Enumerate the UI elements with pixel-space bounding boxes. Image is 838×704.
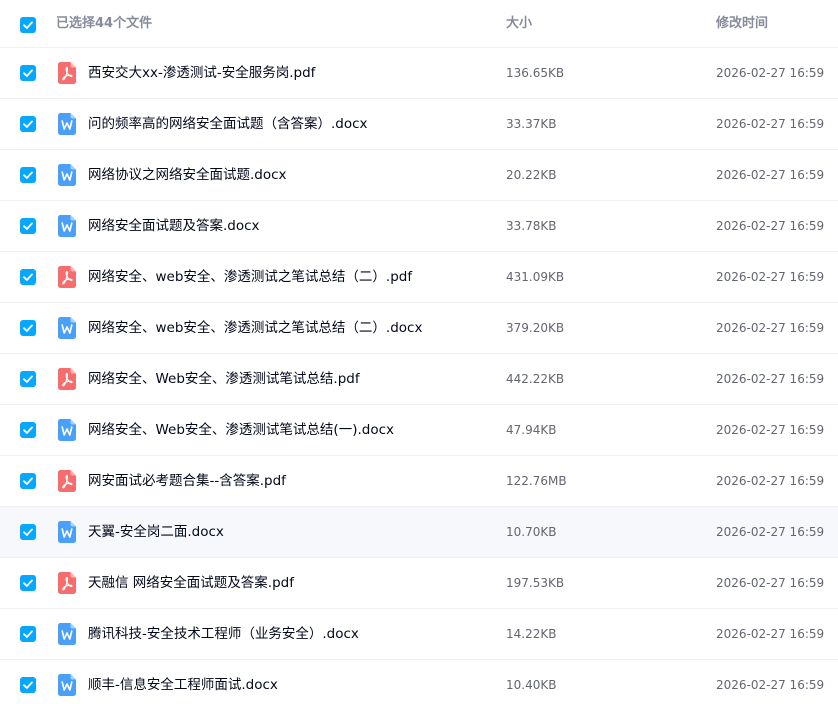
file-size: 10.70KB — [506, 525, 557, 539]
check-icon — [23, 477, 33, 485]
file-checkbox[interactable] — [20, 575, 36, 591]
check-icon — [23, 324, 33, 332]
file-type-icon — [58, 572, 76, 594]
modified-time-column-header[interactable]: 修改时间 — [716, 0, 768, 48]
file-checkbox[interactable] — [20, 167, 36, 183]
file-size: 136.65KB — [506, 66, 565, 80]
file-size: 47.94KB — [506, 423, 557, 437]
selected-count-label: 已选择44个文件 — [56, 16, 153, 31]
file-checkbox[interactable] — [20, 320, 36, 336]
file-size: 33.78KB — [506, 219, 557, 233]
file-type-icon — [58, 521, 76, 543]
check-icon — [23, 681, 33, 689]
file-size: 197.53KB — [506, 576, 565, 590]
check-icon — [23, 375, 33, 383]
check-icon — [23, 630, 33, 638]
file-modified-time: 2026-02-27 16:59 — [716, 270, 825, 284]
file-name[interactable]: 天翼-安全岗二面.docx — [88, 507, 224, 558]
file-modified-time: 2026-02-27 16:59 — [716, 576, 825, 590]
file-modified-time: 2026-02-27 16:59 — [716, 372, 825, 386]
file-size: 431.09KB — [506, 270, 565, 284]
file-modified-time: 2026-02-27 16:59 — [716, 66, 825, 80]
file-type-icon — [58, 266, 76, 288]
file-checkbox[interactable] — [20, 473, 36, 489]
size-column-header[interactable]: 大小 — [506, 0, 532, 48]
file-row[interactable]: 网络安全面试题及答案.docx 33.78KB 2026-02-27 16:59 — [0, 201, 838, 252]
check-icon — [23, 273, 33, 281]
file-list-header: 已选择44个文件 大小 修改时间 — [0, 0, 838, 48]
file-modified-time: 2026-02-27 16:59 — [716, 678, 825, 692]
file-checkbox[interactable] — [20, 422, 36, 438]
file-modified-time: 2026-02-27 16:59 — [716, 627, 825, 641]
file-name[interactable]: 网络安全、Web安全、渗透测试笔试总结(一).docx — [88, 405, 394, 456]
file-name[interactable]: 网络安全、web安全、渗透测试之笔试总结（二）.pdf — [88, 252, 412, 303]
file-checkbox[interactable] — [20, 65, 36, 81]
file-row[interactable]: 网络安全、Web安全、渗透测试笔试总结.pdf 442.22KB 2026-02-2… — [0, 354, 838, 405]
file-row[interactable]: 天融信 网络安全面试题及答案.pdf 197.53KB 2026-02-27 16:… — [0, 558, 838, 609]
file-checkbox[interactable] — [20, 626, 36, 642]
file-checkbox[interactable] — [20, 524, 36, 540]
file-type-icon — [58, 674, 76, 696]
check-icon — [23, 426, 33, 434]
file-row[interactable]: 网络协议之网络安全面试题.docx 20.22KB 2026-02-27 16:59 — [0, 150, 838, 201]
file-type-icon — [58, 62, 76, 84]
file-size: 122.76MB — [506, 474, 567, 488]
file-modified-time: 2026-02-27 16:59 — [716, 423, 825, 437]
file-name[interactable]: 西安交大xx-渗透测试-安全服务岗.pdf — [88, 48, 315, 99]
file-name[interactable]: 腾讯科技-安全技术工程师（业务安全）.docx — [88, 609, 359, 660]
select-all-checkbox[interactable] — [20, 17, 36, 33]
file-name[interactable]: 网络协议之网络安全面试题.docx — [88, 150, 287, 201]
file-size: 442.22KB — [506, 372, 565, 386]
file-modified-time: 2026-02-27 16:59 — [716, 525, 825, 539]
file-checkbox[interactable] — [20, 218, 36, 234]
file-size: 20.22KB — [506, 168, 557, 182]
file-type-icon — [58, 317, 76, 339]
file-type-icon — [58, 470, 76, 492]
file-modified-time: 2026-02-27 16:59 — [716, 219, 825, 233]
file-name[interactable]: 问的频率高的网络安全面试题（含答案）.docx — [88, 99, 368, 150]
file-row[interactable]: 网安面试必考题合集--含答案.pdf 122.76MB 2026-02-27 16:… — [0, 456, 838, 507]
file-checkbox[interactable] — [20, 269, 36, 285]
file-checkbox[interactable] — [20, 371, 36, 387]
file-row[interactable]: 西安交大xx-渗透测试-安全服务岗.pdf 136.65KB 2026-02-27 … — [0, 48, 838, 99]
file-row[interactable]: 顺丰-信息安全工程师面试.docx 10.40KB 2026-02-27 16:59 — [0, 660, 838, 704]
file-name[interactable]: 网络安全面试题及答案.docx — [88, 201, 260, 252]
file-row[interactable]: 网络安全、web安全、渗透测试之笔试总结（二）.docx 379.20KB 2026… — [0, 303, 838, 354]
check-icon — [23, 579, 33, 587]
file-checkbox[interactable] — [20, 116, 36, 132]
file-type-icon — [58, 419, 76, 441]
check-icon — [23, 171, 33, 179]
file-type-icon — [58, 164, 76, 186]
file-row[interactable]: 腾讯科技-安全技术工程师（业务安全）.docx 14.22KB 2026-02-27… — [0, 609, 838, 660]
file-type-icon — [58, 215, 76, 237]
file-row[interactable]: 网络安全、Web安全、渗透测试笔试总结(一).docx 47.94KB 2026-0… — [0, 405, 838, 456]
check-icon — [23, 120, 33, 128]
check-icon — [23, 69, 33, 77]
file-name[interactable]: 顺丰-信息安全工程师面试.docx — [88, 660, 278, 704]
file-name[interactable]: 网络安全、web安全、渗透测试之笔试总结（二）.docx — [88, 303, 422, 354]
file-modified-time: 2026-02-27 16:59 — [716, 474, 825, 488]
file-size: 379.20KB — [506, 321, 565, 335]
file-type-icon — [58, 623, 76, 645]
file-row[interactable]: 网络安全、web安全、渗透测试之笔试总结（二）.pdf 431.09KB 2026-… — [0, 252, 838, 303]
file-size: 14.22KB — [506, 627, 557, 641]
file-type-icon — [58, 113, 76, 135]
check-icon — [23, 528, 33, 536]
check-icon — [23, 21, 33, 29]
file-list: 已选择44个文件 大小 修改时间 西安交大xx-渗透测试-安全服务岗.pdf 13… — [0, 0, 838, 704]
file-size: 33.37KB — [506, 117, 557, 131]
file-modified-time: 2026-02-27 16:59 — [716, 321, 825, 335]
file-checkbox[interactable] — [20, 677, 36, 693]
file-name[interactable]: 网安面试必考题合集--含答案.pdf — [88, 456, 286, 507]
file-row[interactable]: 天翼-安全岗二面.docx 10.70KB 2026-02-27 16:59 — [0, 507, 838, 558]
check-icon — [23, 222, 33, 230]
file-modified-time: 2026-02-27 16:59 — [716, 117, 825, 131]
file-type-icon — [58, 368, 76, 390]
file-name[interactable]: 网络安全、Web安全、渗透测试笔试总结.pdf — [88, 354, 360, 405]
file-row[interactable]: 问的频率高的网络安全面试题（含答案）.docx 33.37KB 2026-02-27… — [0, 99, 838, 150]
file-modified-time: 2026-02-27 16:59 — [716, 168, 825, 182]
file-name[interactable]: 天融信 网络安全面试题及答案.pdf — [88, 558, 294, 609]
file-size: 10.40KB — [506, 678, 557, 692]
